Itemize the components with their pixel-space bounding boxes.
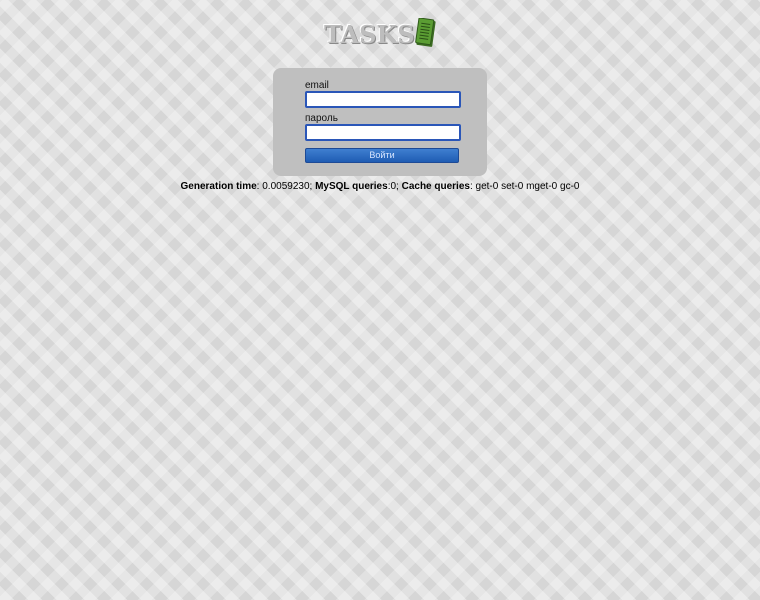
site-logo[interactable]: TASKS bbox=[324, 18, 440, 52]
password-field[interactable] bbox=[305, 124, 461, 141]
debug-stats: Generation time: 0.0059230; MySQL querie… bbox=[0, 181, 760, 193]
logo-text: TASKS bbox=[324, 20, 415, 49]
generation-time-label: Generation time bbox=[180, 181, 257, 192]
mysql-queries-label: MySQL queries bbox=[315, 181, 388, 192]
mysql-queries-value: :0; bbox=[387, 181, 399, 192]
login-button[interactable]: Войти bbox=[305, 148, 459, 163]
email-field[interactable] bbox=[305, 91, 461, 108]
notepad-icon bbox=[415, 18, 436, 47]
generation-time-value: : 0.0059230; bbox=[256, 181, 313, 192]
cache-queries-value: : get-0 set-0 mget-0 gc-0 bbox=[469, 181, 580, 192]
cache-queries-label: Cache queries bbox=[401, 181, 470, 192]
login-form: email пароль Войти bbox=[273, 68, 487, 176]
